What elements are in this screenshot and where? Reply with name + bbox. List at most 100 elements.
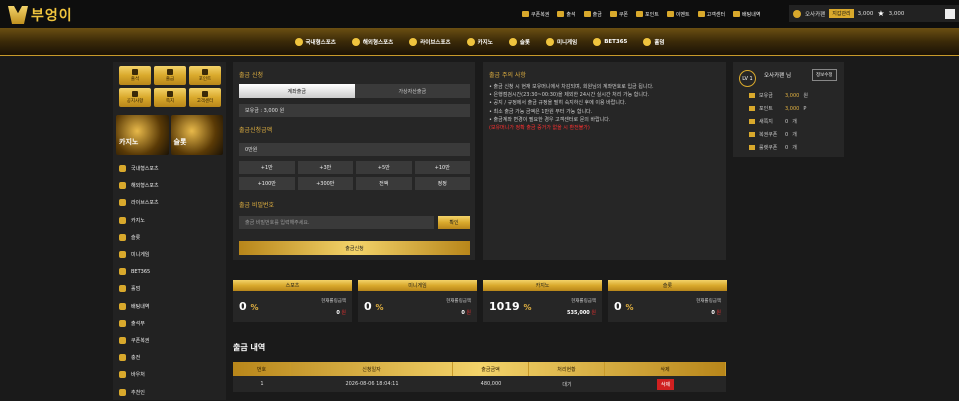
left-nav-item[interactable]: 바우처 — [113, 366, 226, 383]
stat-label: 현재롤링금액 — [446, 299, 471, 304]
quick-button[interactable]: 출금 — [154, 66, 186, 85]
check-icon — [132, 69, 138, 75]
left-nav-item[interactable]: 출석부 — [113, 315, 226, 332]
notice-warning: (보유머니가 정확 출금 증거가 없을 시 환전불가) — [489, 125, 590, 132]
submit-withdraw-button[interactable]: 출금신청 — [239, 241, 470, 255]
ticket-icon — [522, 11, 529, 17]
user-name: 오사카팬 님 — [764, 73, 792, 79]
game-tab[interactable]: 카지노 — [466, 37, 493, 46]
top-menu-item[interactable]: 출금 — [583, 11, 602, 18]
left-nav-item[interactable]: 충전 — [113, 349, 226, 366]
left-nav-item[interactable]: 배팅내역 — [113, 298, 226, 315]
quick-button[interactable]: 포인트 — [189, 66, 221, 85]
top-menu-item[interactable]: 이벤트 — [666, 11, 690, 18]
user-name: 오사카팬 — [805, 11, 826, 18]
info-row[interactable]: 룰렛쿠폰 0 개 — [749, 144, 837, 151]
site-logo[interactable]: 부엉이 — [8, 5, 73, 25]
stat-amount: 0 원 — [461, 310, 471, 316]
left-nav-item[interactable]: 카지노 — [113, 212, 226, 229]
edit-info-button[interactable]: 정보수정 — [812, 69, 837, 81]
amount-buttons: +1만 +3만 +5만 +10만 +100만 +300만 전액 정정 — [239, 161, 470, 190]
money-value: 3,000 — [857, 10, 874, 17]
confirm-button[interactable]: 확인 — [438, 216, 470, 229]
amount-button[interactable]: +1만 — [239, 161, 295, 174]
amount-button[interactable]: +3만 — [297, 161, 353, 174]
reset-amount-button[interactable]: 정정 — [414, 177, 470, 190]
delete-button[interactable]: 삭제 — [656, 378, 675, 390]
stat-amount: 0 원 — [336, 310, 346, 316]
voucher-icon — [119, 371, 126, 379]
left-nav-item[interactable]: 슬롯 — [113, 229, 226, 246]
left-nav-item[interactable]: 국내형스포츠 — [113, 160, 226, 177]
amount-button[interactable]: +5만 — [356, 161, 412, 174]
game-tab[interactable]: 라이브스포츠 — [409, 37, 451, 46]
col-header: 삭제 — [605, 362, 726, 376]
point-icon — [749, 106, 755, 111]
top-menu-item[interactable]: 출석 — [557, 11, 576, 18]
game-tab[interactable]: 미니게임 — [545, 37, 577, 46]
top-menu-item[interactable]: 고객센터 — [697, 11, 725, 18]
notice-item: 출금 신청 시 현재 보유머니에서 차감되며, 회원님의 계좌번호로 입금 됩니… — [489, 83, 720, 91]
star-icon: ★ — [877, 9, 885, 18]
left-nav-item[interactable]: BET365 — [113, 263, 226, 280]
list-icon — [119, 302, 126, 310]
user-info-panel: LV 1 오사카팬 님 정보수정 보유금 3,000 원 포인트 3,000 P 새쪽지… — [733, 62, 844, 157]
top-menu-item[interactable]: 배팅내역 — [733, 11, 760, 18]
amount-button[interactable]: +100만 — [239, 177, 295, 190]
point-icon — [636, 11, 644, 17]
game-tab[interactable]: 해외형스포츠 — [351, 37, 393, 46]
ticket-icon — [749, 132, 755, 137]
left-nav-item[interactable]: 해외형스포츠 — [113, 177, 226, 194]
game-tab[interactable]: BET365 — [593, 37, 627, 46]
headset-icon — [202, 91, 208, 97]
bet365-icon — [119, 268, 126, 276]
top-menu-item[interactable]: 쿠폰복권 — [522, 11, 549, 18]
col-header: 출금금액 — [453, 362, 529, 376]
headset-icon — [697, 11, 705, 17]
holdem-icon — [643, 37, 652, 46]
quick-button[interactable]: 쪽지 — [154, 88, 186, 107]
quick-button[interactable]: 공지사항 — [119, 88, 151, 107]
tab-crypto-withdraw[interactable]: 가상자산출금 — [354, 84, 470, 98]
casino-banner[interactable]: 카지노 — [116, 115, 169, 155]
rolling-stat-casino: 카지노 1019 % 현재롤링금액 535,000 원 — [483, 280, 602, 322]
left-nav-item[interactable]: 라이브스포츠 — [113, 194, 226, 211]
quick-button[interactable]: 고객센터 — [189, 88, 221, 107]
logout-icon[interactable] — [945, 8, 955, 19]
notice-title: 출금 주의 사항 — [489, 72, 526, 79]
left-nav-item[interactable]: 쿠폰복권 — [113, 332, 226, 349]
game-tab[interactable]: 홀덤 — [643, 37, 665, 46]
stat-percent: 0 % — [614, 300, 634, 313]
amount-button[interactable]: +10만 — [414, 161, 470, 174]
info-row: 보유금 3,000 원 — [749, 92, 837, 99]
stat-label: 현재롤링금액 — [571, 299, 596, 304]
top-menu: 쿠폰복권 출석 출금 쿠폰 포인트 이벤트 고객센터 배팅내역 — [522, 0, 760, 28]
top-menu-item[interactable]: 포인트 — [636, 11, 659, 18]
quick-button[interactable]: 출석 — [119, 66, 151, 85]
stat-label: 현재롤링금액 — [321, 299, 346, 304]
wallet-button[interactable]: 지갑관리 — [829, 9, 854, 18]
left-nav-item[interactable]: 홀덤 — [113, 280, 226, 297]
amount-field[interactable]: 0만원 — [239, 143, 470, 156]
top-bar: 부엉이 쿠폰복권 출석 출금 쿠폰 포인트 이벤트 고객센터 배팅내역 오사카팬… — [0, 0, 959, 28]
password-input[interactable]: 출금 비밀번호를 입력해주세요. — [239, 216, 434, 229]
left-nav-item[interactable]: 미니게임 — [113, 246, 226, 263]
amount-button[interactable]: +300만 — [297, 177, 353, 190]
holdem-icon — [119, 285, 126, 293]
notice-item: 은행점검시간(23:30~00:30)을 제외한 24시간 실시간 처리 가능 … — [489, 91, 720, 99]
points-value: 3,000 — [888, 10, 905, 17]
info-row[interactable]: 새쪽지 0 개 — [749, 118, 837, 125]
game-tab[interactable]: 국내형스포츠 — [294, 37, 336, 46]
all-amount-button[interactable]: 전액 — [356, 177, 412, 190]
table-row: 1 2026-08-06 18:04:11 480,000 대기 삭제 — [233, 376, 726, 392]
game-tab[interactable]: 슬롯 — [508, 37, 530, 46]
slot-banner[interactable]: 슬롯 — [170, 115, 223, 155]
mini-game-icon — [119, 251, 126, 259]
notice-item: 최소 출금 가능 금액은 1만원 부터 가능 합니다. — [489, 108, 720, 116]
wallet-icon — [167, 69, 173, 75]
tab-account-withdraw[interactable]: 계좌출금 — [239, 84, 355, 98]
col-header: 신청일자 — [291, 362, 453, 376]
info-row[interactable]: 복권쿠폰 0 개 — [749, 131, 837, 138]
top-menu-item[interactable]: 쿠폰 — [609, 11, 628, 18]
left-nav-item[interactable]: 추천인 — [113, 383, 226, 400]
